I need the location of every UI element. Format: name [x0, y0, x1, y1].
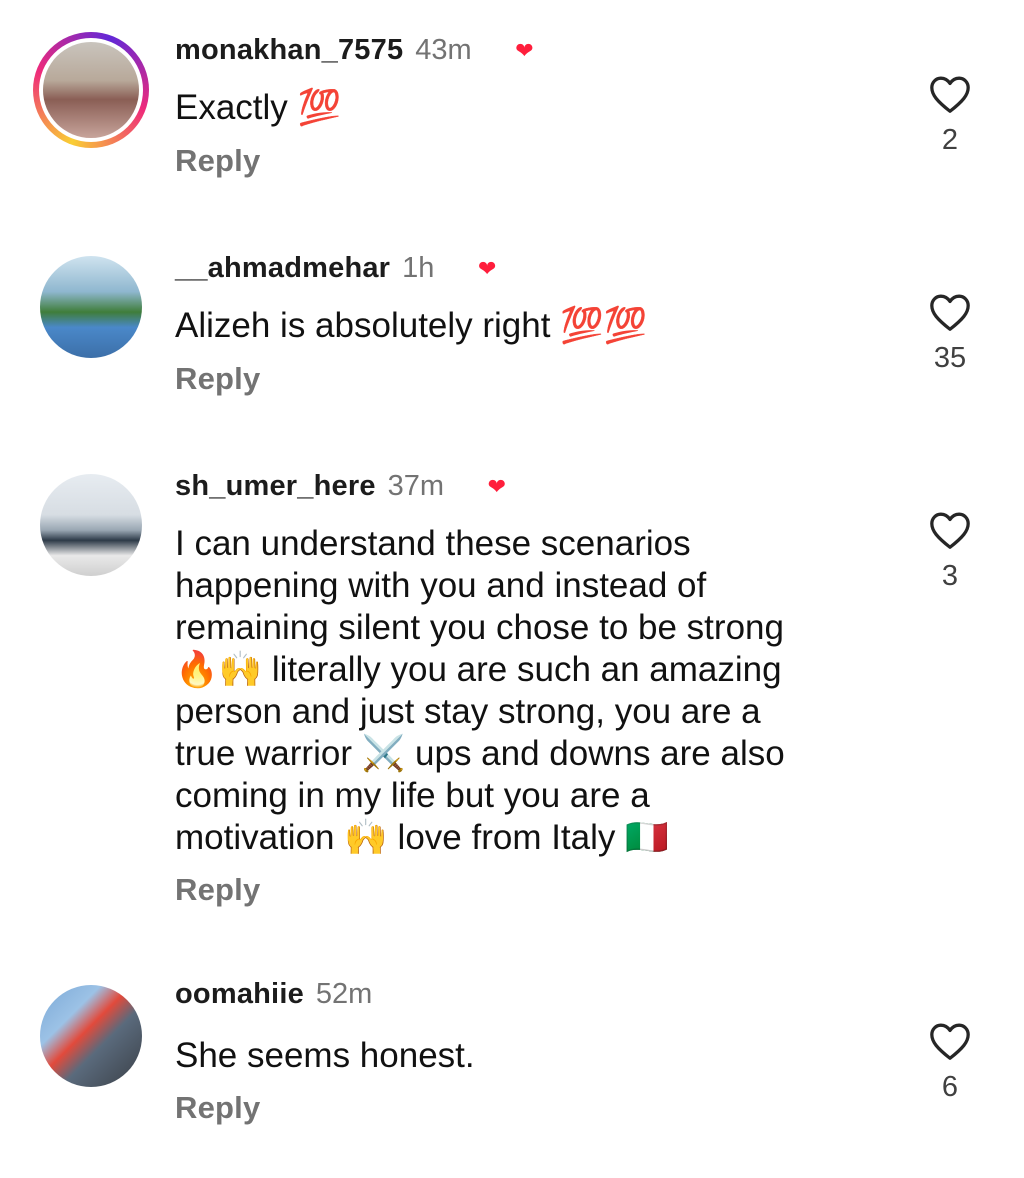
- like-count: 35: [933, 342, 967, 374]
- creator-liked-heart-icon: ❤: [478, 256, 497, 281]
- timestamp: 43m: [415, 33, 472, 66]
- like-count: 2: [941, 124, 959, 156]
- comment-text: I can understand these scenarios happeni…: [175, 524, 785, 857]
- username[interactable]: __ahmadmehar: [175, 252, 390, 285]
- like-control: 6: [926, 1021, 974, 1104]
- creator-liked-heart-icon: ❤: [515, 38, 534, 63]
- avatar[interactable]: [40, 474, 142, 576]
- like-count: 3: [941, 560, 959, 592]
- heart-outline-icon[interactable]: [928, 1021, 972, 1061]
- heart-outline-icon[interactable]: [928, 510, 972, 550]
- timestamp: 37m: [387, 469, 445, 502]
- reply-button[interactable]: Reply: [175, 872, 260, 908]
- like-count: 6: [941, 1071, 959, 1103]
- creator-liked-heart-icon: ❤: [487, 474, 507, 499]
- username[interactable]: monakhan_7575: [175, 34, 403, 67]
- timestamp: 52m: [315, 978, 373, 1010]
- avatar[interactable]: [33, 32, 149, 148]
- like-control: 3: [926, 510, 974, 593]
- reply-button[interactable]: Reply: [175, 1090, 260, 1126]
- reply-button[interactable]: Reply: [175, 143, 260, 179]
- comment-text: She seems honest.: [175, 1036, 475, 1075]
- username[interactable]: sh_umer_here: [175, 470, 376, 503]
- like-control: 2: [926, 74, 974, 157]
- reply-button[interactable]: Reply: [175, 361, 260, 397]
- heart-outline-icon[interactable]: [928, 74, 972, 114]
- heart-outline-icon[interactable]: [928, 292, 972, 332]
- avatar[interactable]: [40, 256, 142, 358]
- timestamp: 1h: [402, 251, 435, 284]
- username[interactable]: oomahiie: [175, 978, 304, 1011]
- like-control: 35: [926, 292, 974, 375]
- avatar[interactable]: [40, 985, 142, 1087]
- comment-text: Alizeh is absolutely right 💯💯: [175, 306, 648, 345]
- comment-text: Exactly 💯: [175, 88, 342, 127]
